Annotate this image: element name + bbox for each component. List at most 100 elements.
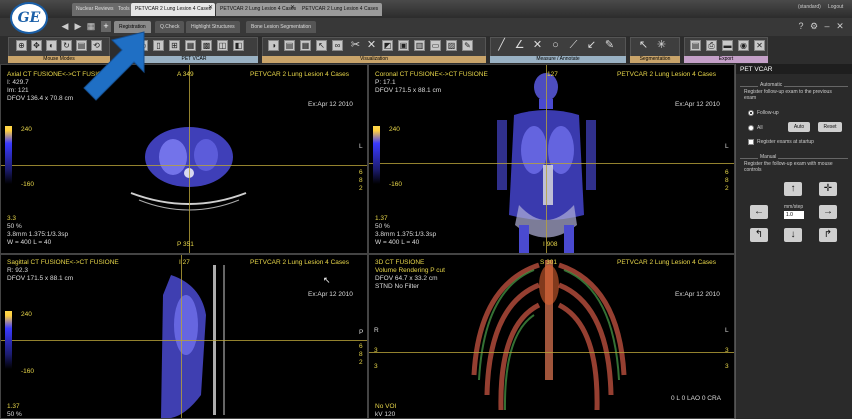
arrow-annotate-icon[interactable]: ↙ [586, 40, 597, 51]
fusion-icon[interactable]: ◫ [217, 40, 228, 51]
camera-icon[interactable]: ◉ [738, 40, 749, 51]
viewport-coronal[interactable]: Coronal CT FUSIONE<->CT FUSIONE P: 17.1 … [368, 64, 735, 254]
move-left-button[interactable]: ← [750, 205, 768, 219]
automatic-description: Register follow-up exam to the previous … [744, 89, 832, 101]
register-at-startup-checkbox[interactable] [748, 139, 754, 145]
layout-2-icon[interactable]: ▯ [153, 40, 164, 51]
close-tab-icon[interactable]: ✕ [208, 4, 213, 11]
manual-header: Manual [758, 154, 779, 160]
tab-petvcar-2[interactable]: PETVCAR 2 Lung Lesion 4 Cases [216, 3, 301, 16]
orientation-bottom: P 351 [177, 241, 194, 248]
close-tab-icon[interactable]: ✕ [290, 4, 295, 11]
ellipse-icon[interactable]: ○ [550, 40, 561, 51]
save-icon[interactable]: ▤ [690, 40, 701, 51]
user-label: (standard) [798, 4, 821, 10]
viewport-3d[interactable]: 3D CT FUSIONE Volume Rendering P cut DFO… [368, 254, 735, 419]
film-export-icon[interactable]: ▬ [722, 40, 733, 51]
zoom-value: 1.37 [375, 215, 388, 222]
pan-icon[interactable]: ✥ [31, 40, 42, 51]
viewport-info-line: P: 17.1 [375, 79, 396, 86]
ge-logo: GE [10, 2, 48, 34]
orientation-left: R [374, 327, 379, 334]
pointer-icon[interactable]: ↖ [316, 40, 327, 51]
tab-nuclear-reviews[interactable]: Nuclear Reviews [72, 3, 118, 16]
back-icon[interactable]: ◀ [60, 21, 70, 31]
window-level-icon[interactable]: ◐ [46, 40, 57, 51]
orientation-top: 127 [547, 71, 558, 78]
orientation-bottom: I 908 [543, 241, 558, 248]
link-icon[interactable]: ∞ [332, 40, 343, 51]
film-icon[interactable]: ▭ [430, 40, 441, 51]
tab-petvcar-1[interactable]: PETVCAR 2 Lung Lesion 4 Cases [131, 3, 216, 16]
scissors-icon[interactable]: ✂ [350, 40, 361, 51]
grid-icon[interactable]: ▦ [300, 40, 311, 51]
freehand-icon[interactable]: ⟋ [568, 40, 579, 51]
reset-button[interactable]: Reset [818, 122, 842, 132]
crosshair-vertical [546, 65, 547, 253]
auto-button[interactable]: Auto [788, 122, 810, 132]
logout-link[interactable]: Logout [828, 4, 843, 10]
gear-icon[interactable]: ⚙ [809, 21, 819, 31]
divider [740, 158, 848, 159]
scale-top-value: 240 [21, 126, 32, 133]
cross-measure-icon[interactable]: ✕ [532, 40, 543, 51]
exam-date: Ex:Apr 12 2010 [308, 291, 353, 298]
group-label: Visualization [262, 56, 486, 63]
zoom-icon[interactable]: ⊕ [16, 40, 27, 51]
viewport-title: Coronal CT FUSIONE<->CT FUSIONE [375, 71, 488, 78]
cut-icon[interactable]: ◩ [382, 40, 393, 51]
crosshair-horizontal [369, 163, 734, 164]
step-input[interactable]: 1.0 [784, 211, 804, 219]
viewport-sagittal[interactable]: Sagittal CT FUSIONE<->CT FUSIONE R: 92.3… [0, 254, 368, 419]
segment-pointer-icon[interactable]: ↖ [638, 40, 649, 51]
mouse-cursor-icon: ↖ [323, 275, 331, 285]
export-tools-icon[interactable]: ✕ [754, 40, 765, 51]
radio-follow-up[interactable] [748, 110, 754, 116]
rotate-right-button[interactable]: ↱ [819, 228, 837, 242]
layout-grid-icon[interactable]: ▦ [185, 40, 196, 51]
help-icon[interactable]: ? [796, 21, 806, 31]
volume-icon[interactable]: ▩ [201, 40, 212, 51]
side-number: 2 [725, 185, 729, 192]
orientation-right: P [359, 329, 364, 336]
angle-icon[interactable]: ∠ [514, 40, 525, 51]
side-number: 3 [374, 363, 378, 370]
automatic-header: Automatic [758, 82, 785, 88]
move-up-button[interactable]: ↑ [784, 182, 802, 196]
close-icon[interactable]: ✕ [835, 21, 845, 31]
image-icon[interactable]: ▨ [446, 40, 457, 51]
tab-bone-lesion-segmentation[interactable]: Bone Lesion Segmentation [246, 21, 317, 33]
minimize-icon[interactable]: – [822, 21, 832, 31]
viewport-info-line: Volume Rendering P cut [375, 267, 445, 274]
tab-petvcar-3[interactable]: PETVCAR 2 Lung Lesion 4 Cases [298, 3, 383, 16]
side-number: 6 [359, 169, 363, 176]
move-free-button[interactable]: ✛ [819, 182, 837, 196]
print-icon[interactable]: ⎙ [706, 40, 717, 51]
compare-icon[interactable]: ◧ [233, 40, 244, 51]
viewport-info-line: DFOV 136.4 x 70.8 cm [7, 95, 74, 102]
mip-icon[interactable]: ▣ [398, 40, 409, 51]
viewport-info-line: I: 429.7 [7, 79, 29, 86]
radio-follow-up-label: Follow-up [757, 110, 779, 116]
crosshair-icon[interactable]: ✕ [366, 40, 377, 51]
group-label: Export [684, 56, 768, 63]
side-number: 8 [359, 351, 363, 358]
ruler-icon[interactable]: ╱ [496, 40, 507, 51]
move-right-button[interactable]: → [819, 205, 837, 219]
rotate-left-button[interactable]: ↰ [750, 228, 768, 242]
slab-icon[interactable]: ▥ [414, 40, 425, 51]
tab-highlight-structures[interactable]: Highlight Structures [186, 21, 240, 33]
layers-icon[interactable]: ▤ [284, 40, 295, 51]
erase-icon[interactable]: ✎ [604, 40, 615, 51]
rotate-icon[interactable]: ↻ [61, 40, 72, 51]
orientation-top: S 301 [540, 259, 557, 266]
layout-4-icon[interactable]: ⊞ [169, 40, 180, 51]
side-number: 2 [359, 359, 363, 366]
segment-brush-icon[interactable]: ✳ [656, 40, 667, 51]
radio-all[interactable] [748, 125, 754, 131]
viewport-axial[interactable]: Axial CT FUSIONE<->CT FUSIONE I: 429.7 I… [0, 64, 368, 254]
contrast-icon[interactable]: ◑ [268, 40, 279, 51]
move-down-button[interactable]: ↓ [784, 228, 802, 242]
annotation-icon[interactable]: ✎ [462, 40, 473, 51]
tab-q-check[interactable]: Q.Check [155, 21, 185, 33]
